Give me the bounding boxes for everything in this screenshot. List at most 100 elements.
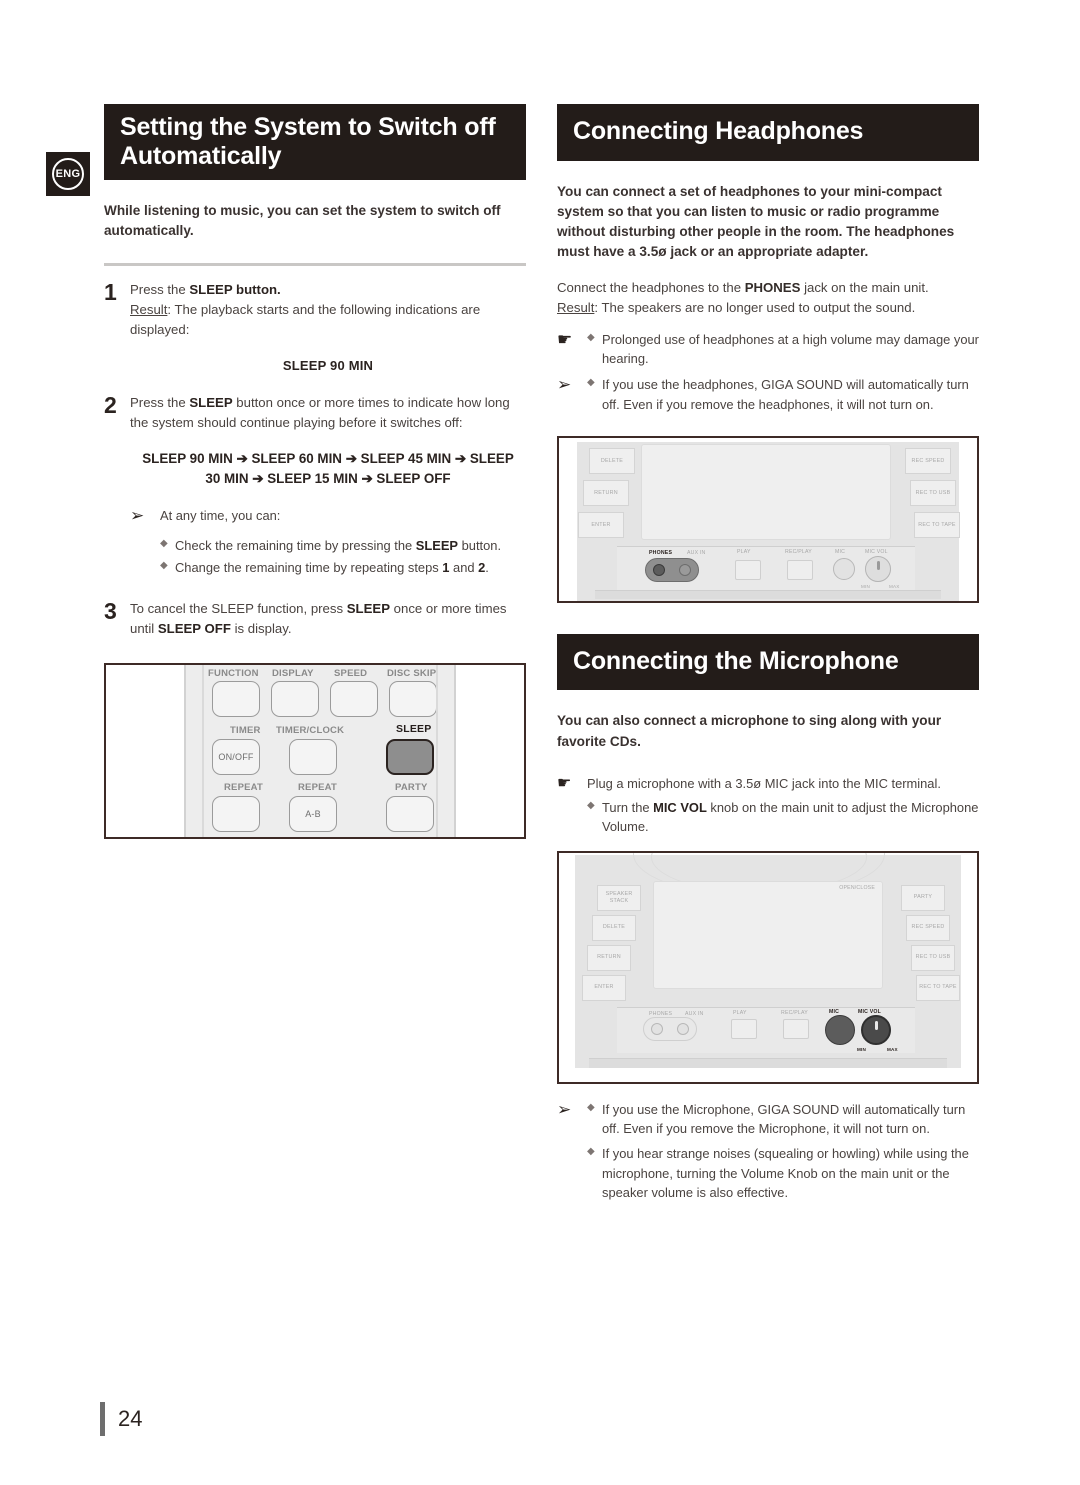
step-3: 3 To cancel the SLEEP function, press SL… (104, 599, 526, 639)
unit-a-phones-jack[interactable] (653, 563, 665, 576)
diamond-bullet-icon: ◆ (587, 1101, 595, 1113)
unit-a-button-rec-to-usb[interactable]: REC TO USB (910, 479, 956, 506)
unit-a-label-aux-in: AUX IN (687, 549, 706, 556)
step-1-result-text: : The playback starts and the following … (130, 302, 481, 337)
remote-button-onoff-label: ON/OFF (218, 751, 254, 762)
unit-a-aux-in-jack[interactable] (679, 563, 691, 576)
remote-button-repeat-ab[interactable]: A-B (289, 795, 337, 832)
remote-button-repeat[interactable] (212, 795, 260, 832)
step-2-sleep-keyword: SLEEP (189, 395, 233, 411)
step-1-text-post: button. (232, 282, 281, 298)
unit-a-button-rec-to-tape[interactable]: REC TO TAPE (914, 511, 960, 538)
microphone-bullet-list: ◆ Turn the MIC VOL knob on the main unit… (557, 798, 979, 837)
unit-b-display-panel (653, 880, 883, 989)
remote-button-speed[interactable] (330, 680, 378, 717)
list-item: ◆ Check the remaining time by pressing t… (160, 536, 526, 555)
list-item: ◆ Change the remaining time by repeating… (160, 558, 526, 577)
left-column: Setting the System to Switch off Automat… (104, 104, 526, 839)
step-2-bullet-1-bold: SLEEP (415, 537, 459, 553)
remote-control-body: FUNCTION DISPLAY SPEED DISC SKIP TIMER T… (184, 664, 456, 837)
diamond-bullet-icon: ◆ (587, 377, 595, 389)
step-3-text-pre: To cancel the SLEEP function, press (130, 601, 347, 617)
remote-button-ab-label: A-B (305, 808, 321, 819)
unit-b-button-rec-to-tape[interactable]: REC TO TAPE (916, 974, 960, 1001)
step-1-sleep-keyword: SLEEP (189, 282, 233, 298)
unit-b-button-enter[interactable]: ENTER (582, 974, 626, 1001)
remote-label-timer: TIMER (230, 724, 261, 736)
diamond-bullet-icon: ◆ (160, 537, 168, 549)
unit-a-mic-jack[interactable] (833, 557, 855, 580)
unit-b-mic-vol-knob[interactable] (861, 1014, 891, 1045)
arrow-pointer-icon: ➢ (557, 1099, 572, 1119)
remote-label-function: FUNCTION (208, 667, 259, 679)
unit-a-button-delete[interactable]: DELETE (589, 447, 635, 474)
headphones-connect-pre: Connect the headphones to the (557, 279, 745, 295)
step-1-number: 1 (104, 279, 117, 306)
arrow-pointer-icon: ➢ (557, 375, 572, 395)
unit-b-open-close-label: OPEN/CLOSE (839, 884, 875, 891)
language-badge-label: ENG (52, 158, 84, 190)
unit-a-button-return[interactable]: RETURN (583, 479, 629, 506)
unit-b-usb-recplay-port[interactable] (783, 1018, 809, 1039)
step-1-text-pre: Press the (130, 282, 190, 298)
unit-b-button-delete[interactable]: DELETE (592, 914, 636, 941)
remote-button-disc-skip[interactable] (389, 680, 437, 717)
diamond-bullet-icon: ◆ (587, 331, 595, 343)
unit-a-usb-play-port[interactable] (735, 559, 761, 580)
unit-a-button-rec-speed[interactable]: REC SPEED (905, 447, 951, 474)
section-heading-microphone: Connecting the Microphone (557, 633, 979, 691)
step-2-bullet-2-post: . (485, 559, 489, 575)
unit-a-button-enter[interactable]: ENTER (578, 511, 624, 538)
section-heading-sleep: Setting the System to Switch off Automat… (104, 104, 526, 180)
divider-rule (104, 263, 526, 267)
main-unit-mic-jack-figure: OPEN/CLOSE SPEAKER STACK DELETE RETURN E… (557, 850, 979, 1084)
step-2-bullet-2: Change the remaining time by repeating s… (175, 558, 526, 577)
step-1-result-label: Result (130, 302, 168, 318)
unit-a-label-rec-play: REC/PLAY (785, 548, 812, 555)
unit-b-button-rec-speed[interactable]: REC SPEED (906, 914, 950, 941)
step-3-body: To cancel the SLEEP function, press SLEE… (130, 599, 526, 639)
headphones-connect-line: Connect the headphones to the PHONES jac… (557, 278, 979, 318)
unit-a-display-panel (641, 443, 891, 540)
unit-b-button-rec-to-usb[interactable]: REC TO USB (911, 944, 955, 971)
unit-a-label-play: PLAY (737, 548, 751, 555)
unit-a-mic-vol-knob[interactable] (865, 555, 891, 582)
remote-button-party[interactable] (386, 795, 434, 832)
sleep-intro-text: While listening to music, you can set th… (104, 203, 501, 239)
unit-a-knob-max-label: MAX (889, 583, 900, 589)
step-2-note-text: At any time, you can: (160, 508, 281, 524)
unit-b-mic-jack[interactable] (825, 1014, 855, 1045)
step-2-body: Press the SLEEP button once or more time… (130, 393, 526, 577)
headphones-result-label: Result (557, 299, 595, 315)
page-number: 24 (118, 1406, 143, 1431)
remote-button-timer-onoff[interactable]: ON/OFF (212, 738, 260, 775)
unit-b-usb-play-port[interactable] (731, 1018, 757, 1039)
microphone-bottom-note-2: ◆ If you hear strange noises (squealing … (557, 1144, 979, 1202)
diamond-bullet-icon: ◆ (587, 800, 595, 812)
remote-button-display[interactable] (271, 680, 319, 717)
remote-button-function[interactable] (212, 680, 260, 717)
remote-label-speed: SPEED (334, 667, 368, 679)
unit-b-button-party[interactable]: PARTY (901, 884, 945, 911)
unit-b-phones-jack[interactable] (651, 1022, 663, 1035)
microphone-intro-text: You can also connect a microphone to sin… (557, 713, 942, 749)
step-2-bullet-1: Check the remaining time by pressing the… (175, 536, 526, 555)
headphones-phones-keyword: PHONES (744, 279, 801, 295)
remote-button-timer-clock[interactable] (289, 738, 337, 775)
unit-a-body: DELETE RETURN ENTER REC SPEED REC TO USB… (577, 441, 960, 601)
remote-button-sleep[interactable] (386, 738, 434, 775)
step-2-note: ➢ At any time, you can: (130, 506, 526, 526)
footer-rule (100, 1402, 105, 1436)
unit-a-label-mic-vol: MIC VOL (865, 548, 888, 555)
step-3-number: 3 (104, 598, 117, 625)
remote-label-disc-skip: DISC SKIP (387, 667, 437, 679)
headphones-intro-text: You can connect a set of headphones to y… (557, 183, 955, 259)
remote-control-figure: FUNCTION DISPLAY SPEED DISC SKIP TIMER T… (104, 662, 526, 839)
unit-b-button-return[interactable]: RETURN (587, 944, 631, 971)
unit-b-button-speaker-stack[interactable]: SPEAKER STACK (597, 884, 641, 911)
headphones-note-1-text: Prolonged use of headphones at a high vo… (602, 331, 979, 366)
unit-a-usb-recplay-port[interactable] (787, 559, 813, 580)
unit-b-aux-in-jack[interactable] (677, 1022, 689, 1035)
headphones-connect-post: jack on the main unit. (800, 279, 929, 295)
list-item: ◆ Turn the MIC VOL knob on the main unit… (587, 798, 979, 837)
